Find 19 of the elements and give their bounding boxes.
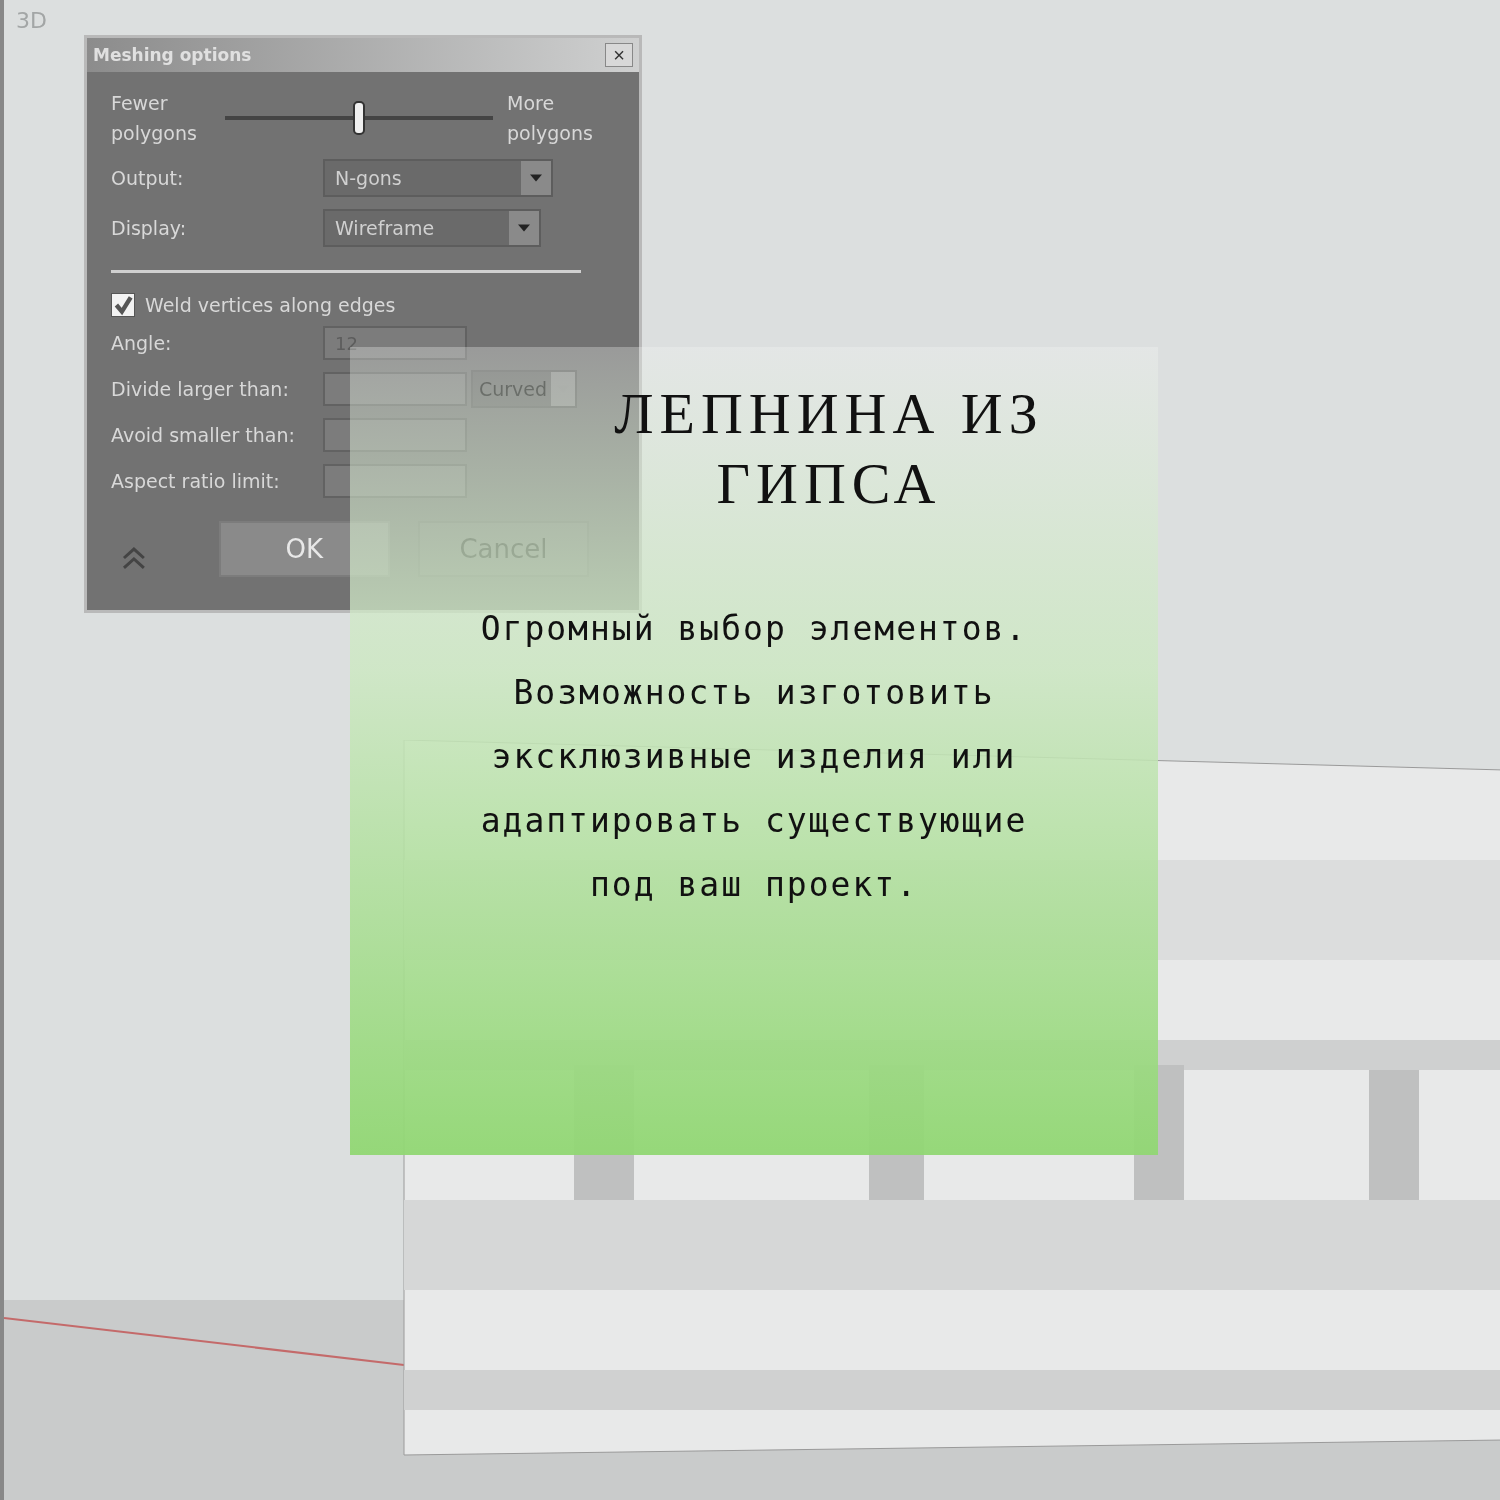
field-label: Output: [111, 167, 185, 189]
field-label: Angle: [111, 332, 173, 354]
close-button[interactable]: × [605, 43, 633, 67]
slider-max-label: More polygons [507, 91, 594, 146]
field-label: Avoid smaller than: [111, 424, 296, 446]
dialog-title: Meshing options [93, 45, 252, 65]
field-label: Display: [111, 217, 188, 239]
slider-thumb[interactable] [353, 101, 365, 135]
dropdown[interactable]: N-gons [323, 159, 553, 197]
slider-min-label: Fewer polygons [111, 91, 198, 146]
viewport-label: 3D [16, 8, 47, 33]
card-text: Огромный выбор элементов. Возможность изготовить эксклюзивные изделия или адаптировать существующие под ваш проект. [479, 608, 1029, 906]
ok-button[interactable]: OK [218, 521, 390, 577]
dropdown[interactable]: Wireframe [323, 209, 541, 247]
field-label: Divide larger than: [111, 378, 290, 400]
checkbox-label: Weld vertices along edges [145, 294, 396, 316]
field-label: Aspect ratio limit: [111, 470, 281, 492]
checkbox[interactable] [111, 293, 135, 317]
card-title: ЛЕПНИНА ИЗ ГИПСА [613, 380, 1045, 518]
